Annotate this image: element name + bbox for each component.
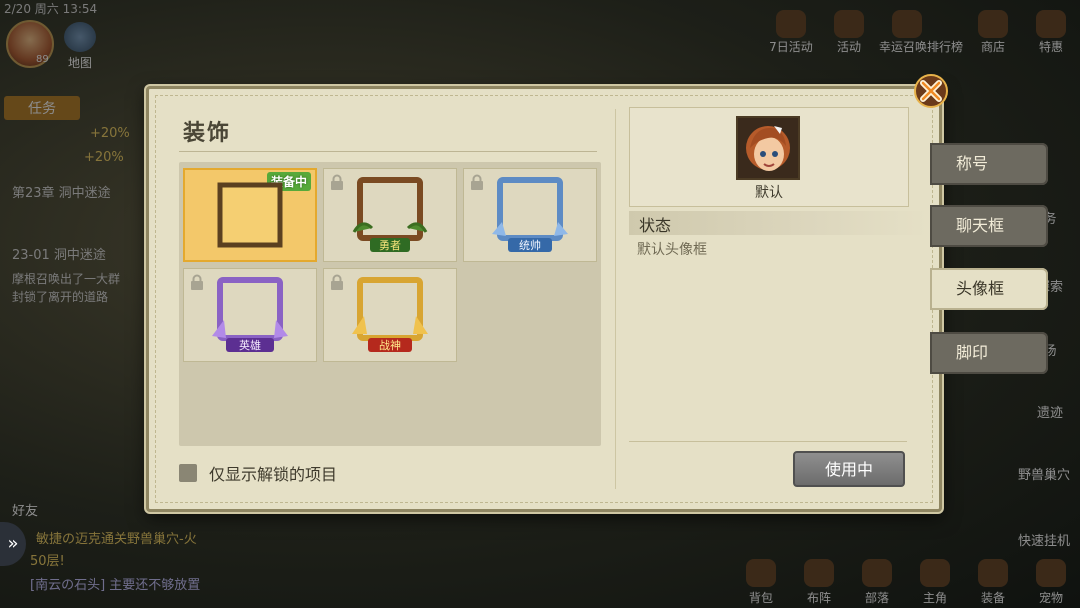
bottom-menu-equipment[interactable]: 装备	[964, 555, 1022, 606]
unlocked-only-checkbox[interactable]	[179, 464, 197, 482]
status-time: 2/20 周六 13:54	[4, 2, 98, 16]
character-portrait-icon	[738, 118, 798, 178]
tab-title[interactable]: 称号	[930, 143, 1048, 185]
right-menu-beast-lair[interactable]: 野兽巢穴	[1012, 464, 1076, 483]
hero-frame-label: 勇者	[379, 239, 401, 252]
bottom-menu-bag[interactable]: 背包	[732, 555, 790, 606]
top-menu-events[interactable]: 活动	[820, 4, 878, 55]
lock-icon	[471, 174, 483, 190]
friends-label[interactable]: 好友	[12, 500, 38, 519]
state-title: 状态	[639, 216, 672, 235]
top-menu-lucky-ranking[interactable]: 幸运召唤排行榜	[878, 4, 964, 55]
lock-icon	[191, 274, 203, 290]
quest-bonus-2: +20%	[84, 150, 124, 165]
frame-cell-legend[interactable]: 英雄	[183, 268, 317, 362]
map-label: 地图	[67, 56, 92, 70]
bottom-menu-tribe[interactable]: 部落	[848, 555, 906, 606]
preview-avatar	[736, 116, 800, 180]
unlocked-filter-row[interactable]: 仅显示解锁的项目	[179, 461, 337, 485]
title-divider	[179, 151, 597, 152]
chat-line-1: 敏捷の迈克通关野兽巢穴-火	[36, 532, 197, 547]
commander-frame-icon: 统帅	[492, 177, 568, 252]
quest-desc-1: 摩根召唤出了一大群	[12, 272, 121, 286]
quest-bonus-1: +20%	[90, 126, 130, 141]
bottom-menu-formation[interactable]: 布阵	[790, 555, 848, 606]
state-description: 默认头像框	[637, 242, 707, 258]
map-button[interactable]: 地图	[60, 22, 100, 71]
preview-box: 默认	[629, 107, 909, 207]
top-menu: 7日活动 活动 幸运召唤排行榜 商店 特惠	[762, 4, 1080, 55]
close-icon[interactable]	[912, 72, 950, 110]
lock-icon	[331, 174, 343, 190]
quest-title[interactable]: 23-01 洞中迷途	[12, 244, 106, 263]
hero-frame-icon: 勇者	[352, 177, 428, 252]
info-divider	[629, 441, 907, 442]
top-menu-shop[interactable]: 商店	[964, 4, 1022, 55]
panel-title: 装饰	[183, 121, 232, 146]
wargod-frame-icon: 战神	[352, 277, 428, 352]
frame-cell-hero[interactable]: 勇者	[323, 168, 457, 262]
preview-name: 默认	[755, 185, 783, 201]
double-chevron-right-icon: »	[7, 533, 19, 554]
tab-footprint[interactable]: 脚印	[930, 332, 1048, 374]
in-use-button[interactable]: 使用中	[793, 451, 905, 487]
legend-frame-label: 英雄	[239, 338, 261, 352]
frame-cell-wargod[interactable]: 战神	[323, 268, 457, 362]
frame-cell-default[interactable]: 装备中	[183, 168, 317, 262]
tab-avatar-frame[interactable]: 头像框	[930, 268, 1048, 310]
default-frame-icon	[217, 182, 283, 248]
frame-grid: 装备中 勇者 统帅 英雄 战神	[179, 162, 601, 446]
decoration-panel: 装饰 装备中 勇者 统帅 英雄 战神 仅显示解锁的项目 默认 状态 默认头像框 …	[146, 86, 942, 512]
bottom-menu: 背包 布阵 部落 主角 装备 宠物	[732, 555, 1080, 606]
chapter-title: 第23章 洞中迷途	[12, 186, 111, 201]
frame-cell-commander[interactable]: 统帅	[463, 168, 597, 262]
chat-line-3: [南云の石头] 主要还不够放置	[30, 578, 201, 593]
chat-line-2: 50层!	[30, 554, 65, 569]
quest-tab[interactable]: 任务	[4, 96, 80, 120]
wargod-frame-label: 战神	[379, 338, 401, 352]
globe-icon	[64, 22, 96, 52]
state-header-bar	[629, 211, 929, 235]
top-menu-deals[interactable]: 特惠	[1022, 4, 1080, 55]
right-menu-ruins[interactable]: 遗迹	[1024, 402, 1076, 421]
right-menu-quick-idle[interactable]: 快速挂机	[1012, 530, 1076, 549]
quest-tabs: 任务	[4, 96, 80, 120]
player-level: 89	[36, 54, 49, 65]
unlocked-only-label: 仅显示解锁的项目	[209, 465, 338, 484]
commander-frame-label: 统帅	[519, 239, 541, 252]
bottom-menu-hero[interactable]: 主角	[906, 555, 964, 606]
bottom-menu-pet[interactable]: 宠物	[1022, 555, 1080, 606]
lock-icon	[331, 274, 343, 290]
tab-chat-frame[interactable]: 聊天框	[930, 205, 1048, 247]
quest-desc-2: 封锁了离开的道路	[12, 290, 109, 304]
legend-frame-icon: 英雄	[212, 277, 288, 352]
vertical-divider	[615, 109, 616, 489]
top-menu-7day[interactable]: 7日活动	[762, 4, 820, 55]
